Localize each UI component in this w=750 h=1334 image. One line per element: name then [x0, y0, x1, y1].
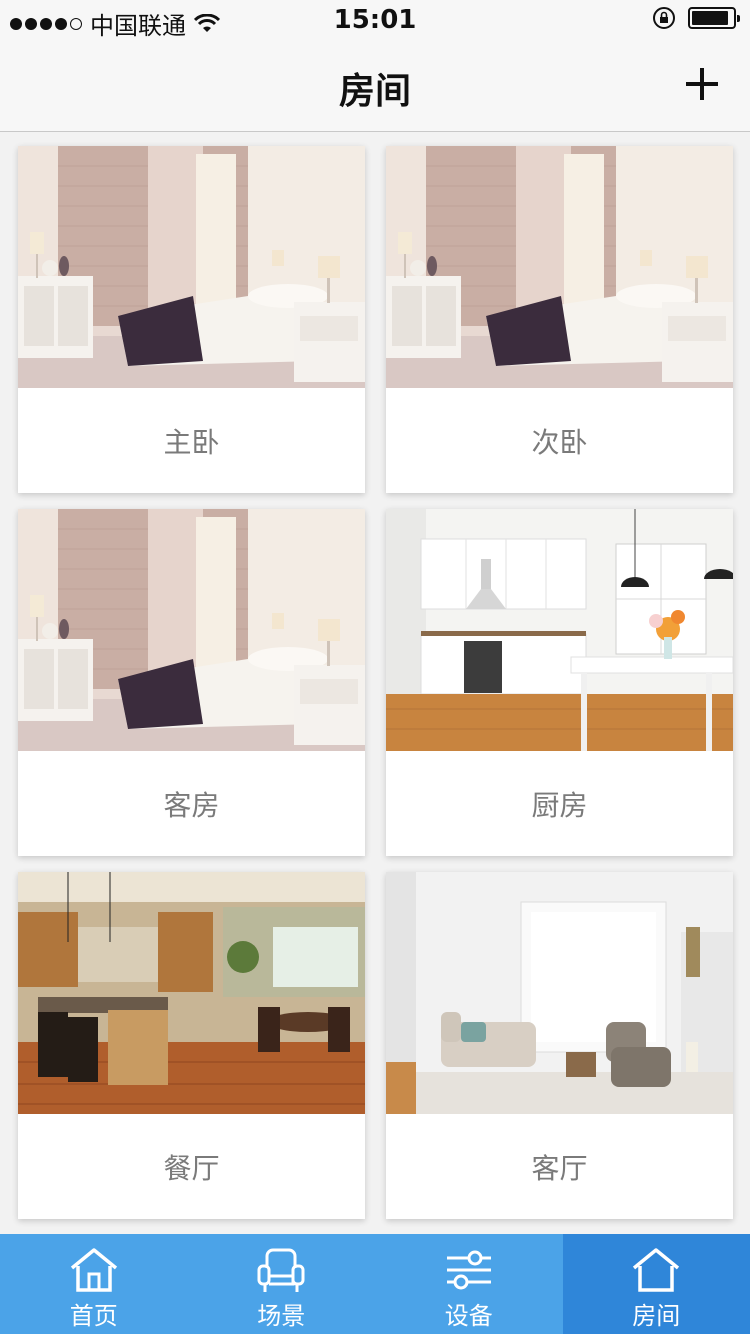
tab-label: 房间 [632, 1302, 681, 1330]
tab-bar: 首页 场景 设备 房间 [0, 1234, 750, 1334]
room-name: 客房 [163, 788, 220, 822]
room-card-dining-room[interactable]: 餐厅 [18, 872, 365, 1219]
living-room-photo [386, 872, 733, 1114]
room-name: 餐厅 [163, 1151, 220, 1185]
tab-scenes[interactable]: 场景 [188, 1234, 376, 1334]
tab-rooms[interactable]: 房间 [562, 1234, 750, 1334]
sliders-icon [446, 1250, 491, 1290]
room-name: 主卧 [163, 425, 220, 459]
page-title: 房间 [338, 71, 411, 112]
status-indicators [652, 6, 740, 30]
room-name: 次卧 [531, 425, 588, 459]
home-icon [70, 1248, 117, 1292]
tab-devices[interactable]: 设备 [375, 1234, 563, 1334]
status-bar: 中国联通 15:01 [0, 0, 750, 40]
tab-label: 设备 [444, 1302, 493, 1330]
tab-home[interactable]: 首页 [0, 1234, 188, 1334]
house-outline-icon [633, 1248, 680, 1292]
bedroom-photo [18, 146, 365, 388]
battery-icon [688, 7, 740, 29]
room-card-master-bedroom[interactable]: 主卧 [18, 146, 365, 493]
room-name: 厨房 [531, 788, 588, 822]
room-card-living-room[interactable]: 客厅 [386, 872, 733, 1219]
plus-icon [686, 68, 718, 100]
armchair-icon [257, 1248, 305, 1292]
tab-label: 场景 [257, 1302, 306, 1330]
room-card-kitchen[interactable]: 厨房 [386, 509, 733, 856]
bedroom-photo [386, 146, 733, 388]
bedroom-photo [18, 509, 365, 751]
room-card-second-bedroom[interactable]: 次卧 [386, 146, 733, 493]
room-name: 客厅 [531, 1151, 588, 1185]
navigation-bar: 房间 [0, 40, 750, 132]
tab-label: 首页 [69, 1302, 118, 1330]
dining-photo [18, 872, 365, 1114]
clock: 15:01 [333, 5, 417, 35]
add-room-button[interactable] [684, 66, 720, 102]
rotation-lock-icon [653, 7, 675, 29]
room-card-guest-room[interactable]: 客房 [18, 509, 365, 856]
kitchen-photo [386, 509, 733, 751]
